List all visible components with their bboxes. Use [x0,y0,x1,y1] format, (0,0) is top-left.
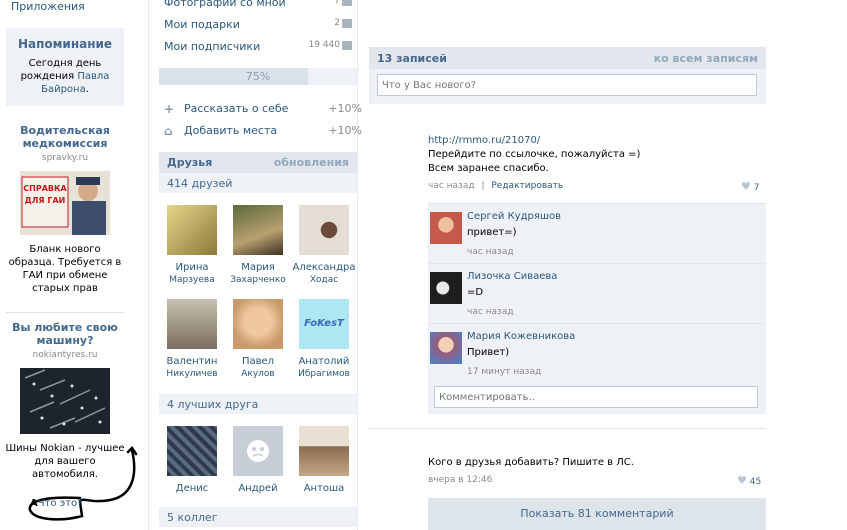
reminder-title: Напоминание [17,37,113,51]
friend-item[interactable]: FoKesT Анатолий Ибрагимов [291,299,357,380]
edit-link[interactable]: Редактировать [491,181,563,191]
like-count: 45 [749,477,762,487]
avatar[interactable] [167,299,217,349]
like-button[interactable]: ♥ 45 [737,474,761,487]
comment-author[interactable]: Сергей Кудряшов [467,211,561,222]
reminder-text: Сегодня день рождения Павла Байрона. [20,58,110,95]
best-friends-count[interactable]: 4 лучших друга [159,394,357,414]
hand-drawn-arrow [28,446,138,521]
avatar[interactable] [233,426,283,476]
comment-item: Сергей Кудряшов привет=) час назад [428,203,766,263]
colleagues-count[interactable]: 5 коллег [159,507,357,527]
comment-author[interactable]: Мария Кожевникова [467,331,575,342]
avatar-text: FoKesT [304,318,344,329]
ad-title[interactable]: Водительская медкомиссия [5,124,125,150]
comment-item: Мария Кожевникова Привет) 17 минут назад [428,323,766,380]
default-avatar-icon [247,440,269,462]
left-column: Приложения Напоминание Сегодня день рожд… [0,0,140,530]
row-photos-with-me[interactable]: Фотографии со мной 7 [164,0,354,12]
comment-text: =D [467,287,484,298]
best-friend-item[interactable]: Денис [159,426,225,495]
avatar[interactable] [167,205,217,255]
home-icon: ⌂ [164,124,173,138]
post-link[interactable]: http://rmmo.ru/21070/ [428,134,640,148]
progress-label: 75% [245,70,271,83]
row-my-gifts[interactable]: Мои подарки 2 [164,18,354,34]
reminder-box: Напоминание Сегодня день рождения Павла … [6,28,124,106]
comment-text: привет=) [467,227,517,238]
friends-header[interactable]: Друзья обновления [159,152,357,173]
ad-separator [6,312,124,313]
like-count: 7 [753,183,760,193]
wall: 13 записей ко всем записям http://rmmo.r… [369,47,766,530]
avatar[interactable] [299,426,349,476]
friends-count[interactable]: 414 друзей [159,173,357,193]
profile-progress-bar: 75% [159,68,357,85]
post-time[interactable]: вчера в 12:46 [428,475,492,485]
comment-input[interactable] [434,386,758,408]
post-line: Перейдите по ссылочке, пожалуйста =) [428,149,641,160]
like-button[interactable]: ♥ 7 [741,180,759,193]
post-meta: вчера в 12:46 [428,475,492,485]
post-meta: час назад | Редактировать [428,181,563,191]
what-is-this[interactable]: AЧто это? [30,498,82,509]
comment-author[interactable]: Лизочка Сиваева [467,271,557,282]
avatar[interactable] [233,299,283,349]
post-body: Кого в друзья добавить? Пишите в ЛС. [428,456,634,470]
friend-item[interactable]: Валентин Никуличев [159,299,225,380]
status-input[interactable] [377,74,757,96]
friends-updates-link[interactable]: обновления [274,156,349,169]
heart-icon: ♥ [737,474,747,487]
meta-separator: | [481,181,485,191]
post-line: Всем заранее спасибо. [428,163,549,174]
heart-icon: ♥ [741,180,751,193]
avatar[interactable] [430,212,462,244]
avatar[interactable] [430,272,462,304]
wall-header: 13 записей ко всем записям [369,47,766,69]
row-my-subscribers[interactable]: Мои подписчики 19 440 [164,40,354,56]
ad-pic-text1: СПРАВКА [23,184,67,193]
ad-title[interactable]: Вы любите свою машину? [5,321,125,347]
comment-text: Привет) [467,347,510,358]
friend-item[interactable]: Ирина Марзуева [159,205,225,286]
comment-time[interactable]: 17 минут назад [467,367,541,377]
avatar[interactable] [233,205,283,255]
gift-icon [342,19,352,28]
show-all-comments-button[interactable]: Показать 81 комментарий [428,498,766,530]
comment-time[interactable]: час назад [467,247,514,257]
friend-item[interactable]: Александра Ходас [291,205,357,286]
comment-item: Лизочка Сиваева =D час назад [428,263,766,323]
compose-area [369,69,766,104]
post-body: http://rmmo.ru/21070/ Перейдите по ссыло… [428,134,640,176]
users-icon [342,41,352,50]
avatar[interactable] [167,426,217,476]
avatar[interactable] [430,332,462,364]
plus-icon: + [164,102,175,116]
comment-box [428,380,766,414]
friend-item[interactable]: Павел Акулов [225,299,291,380]
ad-pic-text2: ДЛЯ ГАИ [25,196,66,205]
ad-description: Бланк нового образца. Требуется в ГАИ пр… [8,244,122,294]
wall-post-count[interactable]: 13 записей [377,52,447,65]
comment-time[interactable]: час назад [467,307,514,317]
ad-image[interactable]: СПРАВКА ДЛЯ ГАИ [20,171,110,235]
camera-icon [342,0,352,6]
avatar[interactable] [299,205,349,255]
ad-medcommission[interactable]: Водительская медкомиссия spravky.ru СПРА… [5,124,125,295]
apps-link[interactable]: Приложения [11,0,85,13]
best-friend-item[interactable]: Антоша [291,426,357,495]
avatar[interactable]: FoKesT [299,299,349,349]
ad-domain: spravky.ru [41,153,89,163]
friend-item[interactable]: Мария Захарченко [225,205,291,286]
ad-domain: nokiantyres.ru [32,350,98,360]
post-divider [369,428,766,429]
post-line: Кого в друзья добавить? Пишите в ЛС. [428,457,634,468]
what-letter: A [30,498,38,509]
best-friend-item[interactable]: Андрей [225,426,291,495]
post-time[interactable]: час назад [428,181,475,191]
all-posts-link[interactable]: ко всем записям [654,52,758,65]
friends-title[interactable]: Друзья [167,156,212,169]
profile-column: Фотографии со мной 7 Мои подарки 2 Мои п… [148,0,362,530]
ad-tire-image[interactable] [20,368,110,434]
